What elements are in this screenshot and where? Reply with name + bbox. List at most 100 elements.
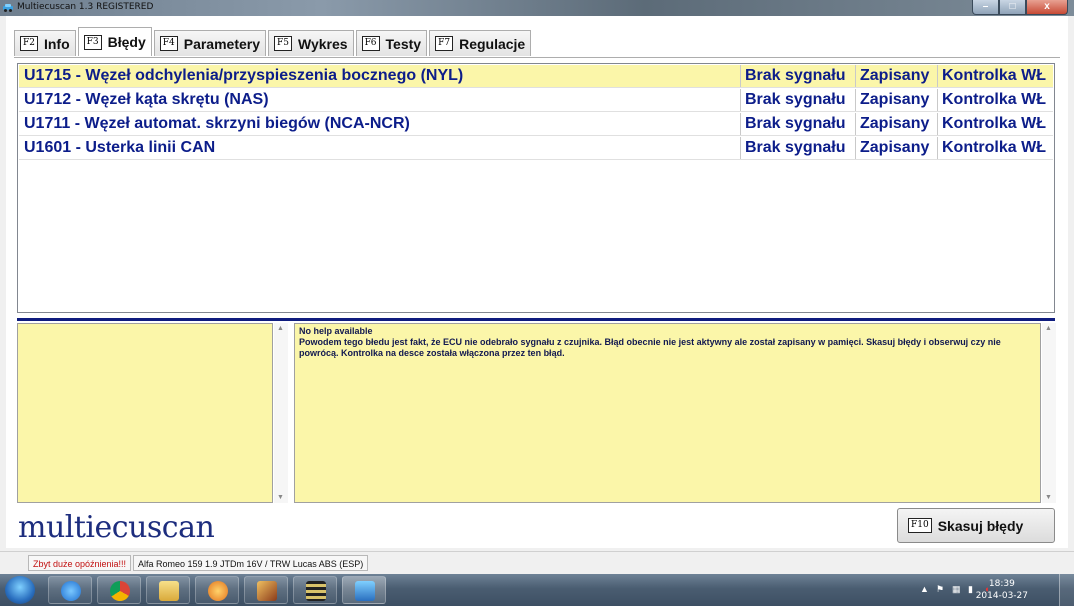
multiecuscan-logo: multiecuscan bbox=[18, 510, 215, 545]
tray-clock[interactable]: 18:39 2014-03-27 bbox=[976, 578, 1028, 602]
network-icon[interactable]: ▦ bbox=[952, 584, 962, 594]
detail-list-pane[interactable] bbox=[17, 323, 273, 503]
show-desktop-button[interactable] bbox=[1059, 574, 1074, 606]
tab-fkey: F6 bbox=[361, 36, 380, 51]
tab-info[interactable]: F2 Info bbox=[14, 30, 76, 56]
error-lamp: Kontrolka WŁ bbox=[942, 115, 1046, 132]
column-separator bbox=[937, 137, 938, 159]
film-icon bbox=[306, 581, 326, 601]
error-stored: Zapisany bbox=[860, 67, 930, 84]
taskbar-film-button[interactable] bbox=[293, 576, 337, 604]
clock-date: 2014-03-27 bbox=[975, 591, 1028, 601]
tab-strip: F2 Info F3 Błędy F4 Parametery F5 Wykres… bbox=[14, 27, 533, 57]
error-lamp: Kontrolka WŁ bbox=[942, 91, 1046, 108]
minimize-button[interactable]: – bbox=[972, 0, 999, 15]
taskbar-media-button[interactable] bbox=[195, 576, 239, 604]
tab-label: Regulacje bbox=[459, 35, 526, 52]
error-list[interactable]: U1715 - Węzeł odchylenia/przyspieszenia … bbox=[17, 63, 1055, 313]
help-scrollbar[interactable]: ▲ ▼ bbox=[1042, 323, 1056, 503]
status-vehicle: Alfa Romeo 159 1.9 JTDm 16V / TRW Lucas … bbox=[133, 555, 369, 571]
taskbar-explorer-button[interactable] bbox=[146, 576, 190, 604]
tab-fkey: F7 bbox=[435, 36, 454, 51]
multiecuscan-icon bbox=[355, 581, 375, 601]
error-description: U1712 - Węzeł kąta skrętu (NAS) bbox=[24, 91, 269, 108]
error-stored: Zapisany bbox=[860, 115, 930, 132]
taskbar-ie-button[interactable] bbox=[48, 576, 92, 604]
taskbar-tool-button[interactable] bbox=[244, 576, 288, 604]
taskbar-multiecuscan-button[interactable] bbox=[342, 576, 386, 604]
column-separator bbox=[937, 65, 938, 87]
scroll-up-icon[interactable]: ▲ bbox=[1045, 325, 1052, 332]
tab-label: Wykres bbox=[298, 35, 348, 52]
app-car-icon bbox=[3, 4, 13, 12]
tab-label: Testy bbox=[385, 35, 422, 52]
scroll-down-icon[interactable]: ▼ bbox=[277, 494, 284, 501]
column-separator bbox=[740, 113, 741, 135]
app-client-area: F2 Info F3 Błędy F4 Parametery F5 Wykres… bbox=[6, 16, 1068, 548]
column-separator bbox=[855, 65, 856, 87]
tab-fkey: F3 bbox=[83, 34, 102, 50]
error-description: U1715 - Węzeł odchylenia/przyspieszenia … bbox=[24, 67, 464, 84]
tab-fkey: F5 bbox=[274, 36, 292, 51]
tab-testy[interactable]: F6 Testy bbox=[355, 30, 428, 56]
error-row[interactable]: U1712 - Węzeł kąta skrętu (NAS) Brak syg… bbox=[19, 89, 1053, 112]
column-separator bbox=[740, 65, 741, 87]
error-lamp: Kontrolka WŁ bbox=[942, 67, 1046, 84]
error-row[interactable]: U1711 - Węzeł automat. skrzyni biegów (N… bbox=[19, 113, 1053, 136]
tab-label: Błędy bbox=[107, 34, 146, 50]
tab-fkey: F4 bbox=[159, 36, 178, 51]
error-description: U1711 - Węzeł automat. skrzyni biegów (N… bbox=[24, 115, 410, 132]
clear-errors-button[interactable]: F10 Skasuj błędy bbox=[897, 508, 1055, 543]
error-row[interactable]: U1715 - Węzeł odchylenia/przyspieszenia … bbox=[19, 65, 1053, 88]
column-separator bbox=[855, 89, 856, 111]
column-separator bbox=[740, 89, 741, 111]
flag-icon[interactable]: ⚑ bbox=[936, 584, 946, 594]
tab-wykres[interactable]: F5 Wykres bbox=[268, 30, 354, 56]
column-separator bbox=[855, 113, 856, 135]
title-bar: Multiecuscan 1.3 REGISTERED – □ x bbox=[0, 0, 1074, 16]
help-header: No help available bbox=[299, 326, 373, 336]
error-status: Brak sygnału bbox=[745, 67, 846, 84]
maximize-button[interactable]: □ bbox=[999, 0, 1026, 15]
error-lamp: Kontrolka WŁ bbox=[942, 139, 1046, 156]
media-player-icon bbox=[208, 581, 228, 601]
column-separator bbox=[855, 137, 856, 159]
internet-explorer-icon bbox=[61, 581, 81, 601]
tab-rule bbox=[14, 57, 1060, 58]
tray-expand-icon[interactable]: ▲ bbox=[920, 584, 930, 594]
chrome-icon bbox=[110, 581, 130, 601]
tab-label: Info bbox=[43, 35, 70, 52]
clock-time: 18:39 bbox=[988, 579, 1015, 589]
tab-regulacje[interactable]: F7 Regulacje bbox=[429, 30, 532, 56]
folder-icon bbox=[159, 581, 179, 601]
button-fkey: F10 bbox=[908, 518, 932, 533]
window-title: Multiecuscan 1.3 REGISTERED bbox=[17, 2, 154, 12]
scroll-down-icon[interactable]: ▼ bbox=[1045, 494, 1052, 501]
tool-icon bbox=[257, 581, 277, 601]
column-separator bbox=[740, 137, 741, 159]
tab-bledy[interactable]: F3 Błędy bbox=[77, 27, 152, 56]
system-tray: ▲ ⚑ ▦ ▮ ◖ 18:39 2014-03-27 bbox=[894, 574, 1074, 606]
tab-label: Parametery bbox=[183, 35, 261, 52]
error-stored: Zapisany bbox=[860, 91, 930, 108]
help-text-pane[interactable]: No help available Powodem tego błedu jes… bbox=[294, 323, 1041, 503]
error-status: Brak sygnału bbox=[745, 115, 846, 132]
taskbar: ▲ ⚑ ▦ ▮ ◖ 18:39 2014-03-27 bbox=[0, 574, 1074, 606]
status-bar: Zbyt duże opóźnienia!!! Alfa Romeo 159 1… bbox=[0, 551, 1074, 574]
column-separator bbox=[937, 89, 938, 111]
tab-fkey: F2 bbox=[20, 36, 38, 51]
help-body: Powodem tego błedu jest fakt, że ECU nie… bbox=[299, 337, 1001, 358]
error-description: U1601 - Usterka linii CAN bbox=[24, 139, 216, 156]
error-row[interactable]: U1601 - Usterka linii CAN Brak sygnału Z… bbox=[19, 137, 1053, 160]
scroll-up-icon[interactable]: ▲ bbox=[277, 325, 284, 332]
start-button-icon[interactable] bbox=[5, 576, 35, 604]
error-status: Brak sygnału bbox=[745, 91, 846, 108]
button-label: Skasuj błędy bbox=[937, 517, 1024, 534]
taskbar-chrome-button[interactable] bbox=[97, 576, 141, 604]
detail-scrollbar[interactable]: ▲ ▼ bbox=[274, 323, 288, 503]
section-divider bbox=[17, 318, 1055, 321]
close-button[interactable]: x bbox=[1026, 0, 1068, 15]
status-warning: Zbyt duże opóźnienia!!! bbox=[28, 555, 132, 571]
tab-parametery[interactable]: F4 Parametery bbox=[153, 30, 267, 56]
error-stored: Zapisany bbox=[860, 139, 930, 156]
